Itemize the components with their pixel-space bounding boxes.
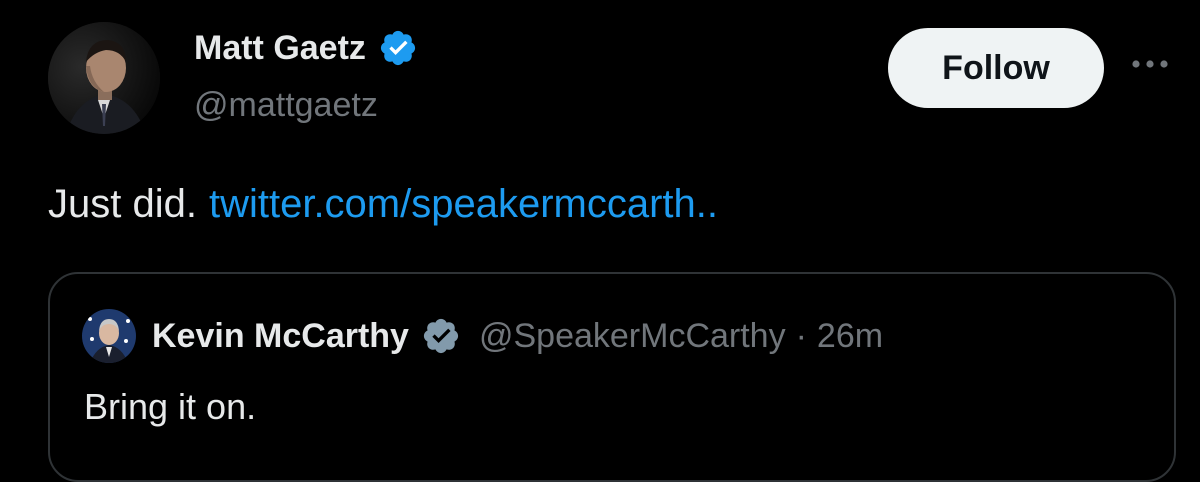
quote-header: Kevin McCarthy @SpeakerMcCarthy · 26m <box>82 308 883 364</box>
separator-dot: · <box>795 316 807 355</box>
quote-author-name[interactable]: Kevin McCarthy <box>152 317 409 356</box>
tweet-link[interactable]: twitter.com/speakermccarth.. <box>209 182 718 226</box>
tweet-body: Just did. <box>48 182 197 226</box>
quote-author-handle[interactable]: @SpeakerMcCarthy <box>479 317 786 356</box>
more-options-icon[interactable] <box>1128 48 1172 80</box>
author-avatar[interactable] <box>48 22 160 134</box>
quote-tweet-card[interactable]: Kevin McCarthy @SpeakerMcCarthy · 26m Br… <box>48 272 1176 482</box>
follow-button[interactable]: Follow <box>888 28 1104 108</box>
quote-author-avatar[interactable] <box>82 309 136 363</box>
author-handle[interactable]: @mattgaetz <box>194 86 378 125</box>
verified-badge-icon[interactable] <box>378 28 418 68</box>
author-name-row: Matt Gaetz <box>194 26 418 70</box>
quote-timestamp[interactable]: 26m <box>817 317 883 356</box>
government-verified-badge-icon[interactable] <box>421 316 461 356</box>
quote-text: Bring it on. <box>84 386 257 427</box>
author-name[interactable]: Matt Gaetz <box>194 29 366 68</box>
tweet-text: Just did. twitter.com/speakermccarth.. <box>48 182 718 227</box>
